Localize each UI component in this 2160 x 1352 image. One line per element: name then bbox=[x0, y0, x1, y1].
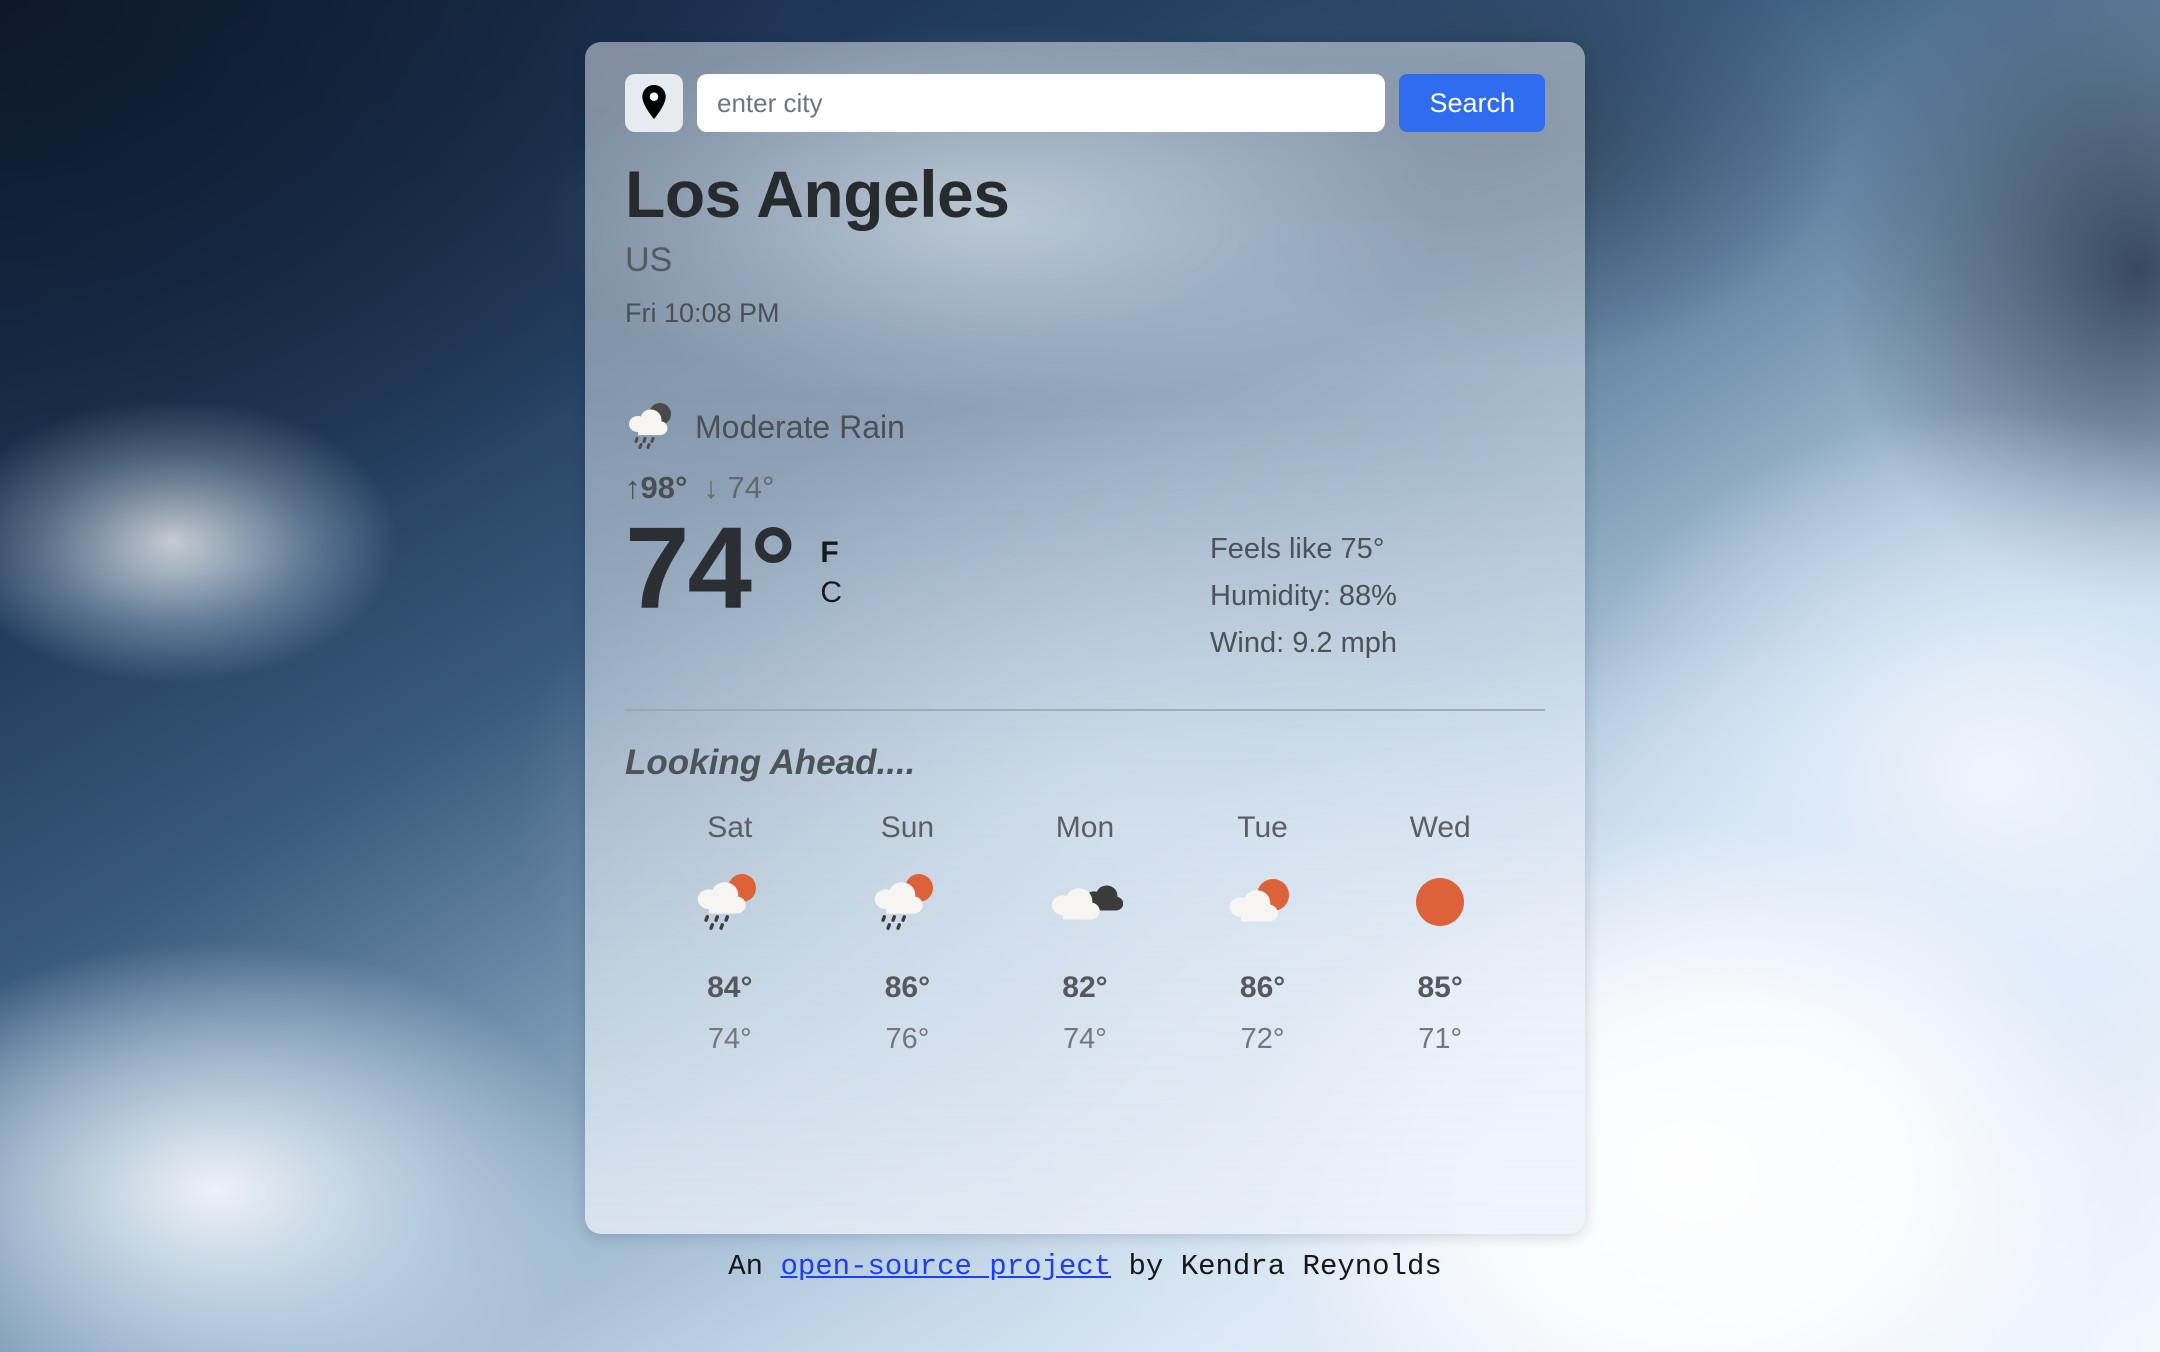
forecast-day-low: 71° bbox=[1418, 1023, 1463, 1056]
forecast-day-low: 74° bbox=[1063, 1023, 1107, 1056]
forecast-day: Sun 86° 76° bbox=[819, 811, 997, 1056]
unit-fahrenheit-option[interactable]: F bbox=[820, 538, 842, 568]
temperature-and-stats: 74° F C Feels like 75° Humidity: 88% Win… bbox=[625, 506, 1545, 667]
sun-icon bbox=[1402, 863, 1478, 941]
forecast-day: Tue 86° 72° bbox=[1174, 811, 1352, 1056]
forecast-day: Sat 84° 74° bbox=[641, 811, 819, 1056]
forecast-day-label: Mon bbox=[1055, 811, 1115, 845]
sun-rain-cloud-icon bbox=[869, 863, 945, 941]
forecast-day-low: 72° bbox=[1240, 1023, 1285, 1056]
forecast-day: Wed 85° 71° bbox=[1351, 811, 1529, 1056]
sun-rain-cloud-icon bbox=[692, 863, 768, 941]
low-temperature: ↓ 74° bbox=[703, 470, 775, 506]
local-time: Fri 10:08 PM bbox=[625, 298, 780, 329]
search-button[interactable]: Search bbox=[1399, 74, 1545, 132]
wind-stat: Wind: 9.2 mph bbox=[1210, 627, 1397, 660]
sun-behind-cloud-icon bbox=[1225, 863, 1301, 941]
condition-label: Moderate Rain bbox=[695, 409, 905, 446]
forecast-row: Sat 84° 74° Sun 86° 76° Mon 82° 74° Tue … bbox=[625, 811, 1545, 1056]
open-source-project-link[interactable]: open-source project bbox=[780, 1250, 1111, 1283]
humidity-stat: Humidity: 88% bbox=[1210, 580, 1397, 613]
forecast-title: Looking Ahead.... bbox=[625, 743, 916, 783]
high-low-row: ↑98° ↓ 74° bbox=[625, 470, 1545, 506]
unit-toggle: F C bbox=[820, 538, 842, 608]
section-divider bbox=[625, 709, 1545, 712]
condition-row: Moderate Rain bbox=[625, 401, 1545, 454]
forecast-day-high: 85° bbox=[1417, 971, 1463, 1005]
forecast-day-high: 86° bbox=[884, 971, 931, 1005]
footer-prefix: An bbox=[728, 1250, 781, 1283]
weather-stats: Feels like 75° Humidity: 88% Wind: 9.2 m… bbox=[1210, 526, 1397, 667]
forecast-day-high: 84° bbox=[707, 971, 753, 1005]
current-conditions: Moderate Rain ↑98° ↓ 74° 74° F C Feels l… bbox=[625, 401, 1545, 667]
unit-celsius-option[interactable]: C bbox=[820, 578, 842, 608]
footer-credit: An open-source project by Kendra Reynold… bbox=[585, 1250, 1585, 1283]
current-location-button[interactable] bbox=[625, 74, 683, 132]
forecast-day-label: Wed bbox=[1409, 811, 1471, 845]
forecast-day: Mon 82° 74° bbox=[996, 811, 1174, 1056]
high-temperature: ↑98° bbox=[625, 470, 688, 506]
temperature-display: 74° F C bbox=[625, 510, 842, 626]
weather-card: Search Los Angeles US Fri 10:08 PM bbox=[585, 42, 1585, 1234]
search-bar: Search bbox=[625, 42, 1545, 132]
city-name: Los Angeles bbox=[625, 157, 1010, 231]
location-pin-icon bbox=[641, 84, 667, 122]
forecast-day-low: 76° bbox=[885, 1023, 930, 1056]
forecast-day-high: 86° bbox=[1239, 971, 1286, 1005]
forecast-day-label: Sat bbox=[707, 811, 753, 845]
forecast-day-low: 74° bbox=[707, 1023, 752, 1056]
footer-suffix: by Kendra Reynolds bbox=[1111, 1250, 1442, 1283]
forecast-day-label: Tue bbox=[1237, 811, 1288, 845]
country-name: US bbox=[625, 241, 673, 280]
city-search-input[interactable] bbox=[697, 74, 1386, 132]
dark-clouds-icon bbox=[1047, 863, 1123, 941]
current-temperature: 74° bbox=[625, 503, 796, 634]
forecast-day-label: Sun bbox=[880, 811, 935, 845]
rain-cloud-night-icon bbox=[625, 401, 679, 454]
feels-like-stat: Feels like 75° bbox=[1210, 533, 1385, 566]
forecast-day-high: 82° bbox=[1062, 971, 1108, 1005]
